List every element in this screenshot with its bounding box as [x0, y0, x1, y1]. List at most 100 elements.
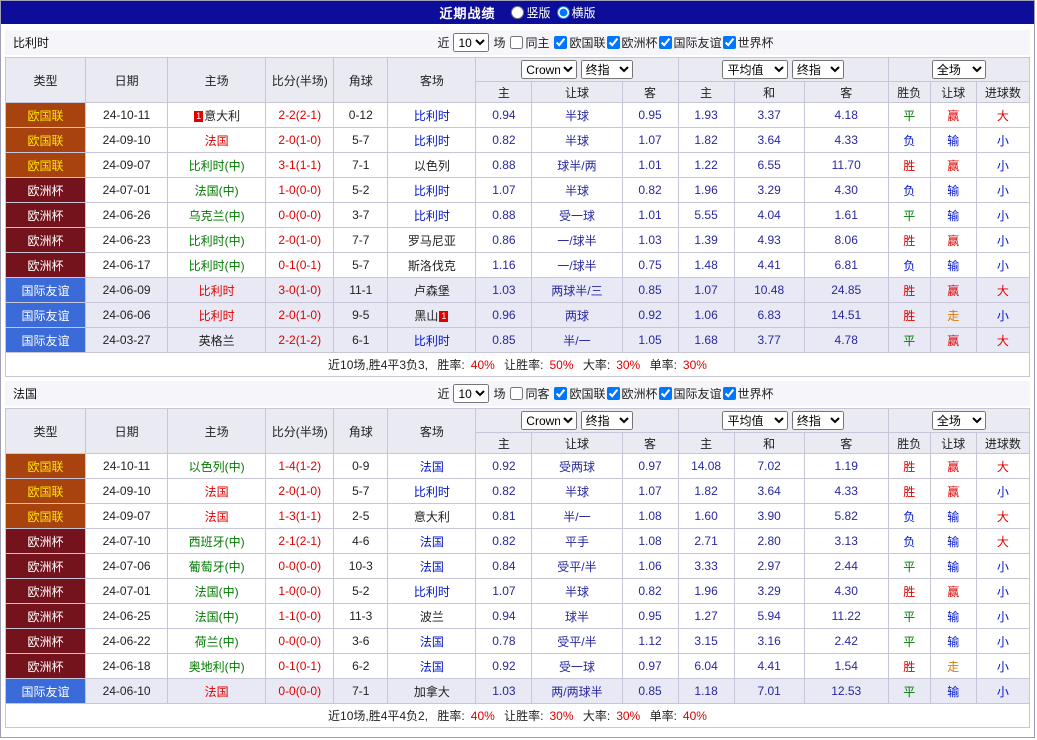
match-row: 欧洲杯 24-07-10 西班牙(中) 2-1(2-1) 4-6 法国 0.82…: [6, 529, 1030, 554]
match-score: 2-0(1-0): [266, 128, 334, 153]
average-select[interactable]: 平均值: [722, 411, 788, 430]
competition-filter[interactable]: 国际友谊: [658, 34, 722, 51]
competition-checkbox[interactable]: [554, 387, 567, 400]
same-venue-checkbox[interactable]: [510, 387, 523, 400]
away-team-name: 比利时: [414, 109, 450, 123]
competition-checkbox[interactable]: [607, 36, 620, 49]
scope-select[interactable]: 全场: [932, 60, 986, 79]
match-row: 欧国联 24-09-10 法国 2-0(1-0) 5-7 比利时 0.82 半球…: [6, 128, 1030, 153]
index-type-select-2[interactable]: 终指: [792, 60, 844, 79]
near-label: 近: [437, 34, 449, 51]
handicap-result-cell: 赢: [930, 328, 976, 353]
handicap-away-odds: 1.05: [622, 328, 678, 353]
competition-checkbox[interactable]: [554, 36, 567, 49]
result-cell: 胜: [888, 278, 930, 303]
col-avg-draw: 和: [734, 82, 804, 103]
same-venue-label: 同客: [525, 385, 549, 402]
home-team-name: 奥地利(中): [189, 660, 245, 674]
away-team-name: 法国: [420, 535, 444, 549]
handicap-home-odds: 1.03: [476, 278, 532, 303]
match-date: 24-07-06: [86, 554, 168, 579]
average-select[interactable]: 平均值: [722, 60, 788, 79]
competition-checkbox[interactable]: [659, 387, 672, 400]
handicap-line: 受两球: [532, 454, 622, 479]
view-vertical-option[interactable]: 竖版: [511, 4, 550, 21]
handicap-result-cell: 赢: [930, 579, 976, 604]
avg-away-odds: 1.61: [804, 203, 888, 228]
away-team-name: 波兰: [420, 610, 444, 624]
over-rate-value: 30%: [616, 709, 640, 723]
competition-type: 欧国联: [6, 153, 86, 178]
handicap-result-cell: 输: [930, 554, 976, 579]
competition-filter[interactable]: 欧国联: [553, 385, 605, 402]
result-cell: 平: [888, 203, 930, 228]
match-date: 24-09-07: [86, 153, 168, 178]
bookmaker-select[interactable]: Crown: [521, 60, 577, 79]
scope-select[interactable]: 全场: [932, 411, 986, 430]
handicap-line: 球半: [532, 604, 622, 629]
handicap-home-odds: 0.85: [476, 328, 532, 353]
same-venue-filter[interactable]: 同客: [509, 385, 549, 402]
home-team-name: 法国: [205, 685, 229, 699]
competition-checkbox[interactable]: [659, 36, 672, 49]
match-row: 欧洲杯 24-06-23 比利时(中) 2-0(1-0) 7-7 罗马尼亚 0.…: [6, 228, 1030, 253]
match-score: 2-1(2-1): [266, 529, 334, 554]
competition-filter[interactable]: 世界杯: [722, 385, 774, 402]
competition-checkbox[interactable]: [723, 36, 736, 49]
col-odds-handicap: 让球: [532, 433, 622, 454]
handicap-line: 半球: [532, 103, 622, 128]
match-date: 24-10-11: [86, 103, 168, 128]
home-team: 法国(中): [168, 579, 266, 604]
col-goals: 进球数: [976, 433, 1029, 454]
handicap-home-odds: 0.88: [476, 153, 532, 178]
view-horizontal-option[interactable]: 横版: [557, 4, 596, 21]
bookmaker-select[interactable]: Crown: [521, 411, 577, 430]
results-table-belgium: 类型 日期 主场 比分(半场) 角球 客场 Crown 终指 平均值 终指: [5, 57, 1030, 377]
competition-filter[interactable]: 欧国联: [553, 34, 605, 51]
same-venue-filter[interactable]: 同主: [509, 34, 549, 51]
handicap-line: 受平/半: [532, 629, 622, 654]
match-date: 24-06-17: [86, 253, 168, 278]
match-score: 2-0(1-0): [266, 479, 334, 504]
avg-home-odds: 1.39: [678, 228, 734, 253]
avg-home-odds: 6.04: [678, 654, 734, 679]
home-team: 法国(中): [168, 178, 266, 203]
avg-home-odds: 14.08: [678, 454, 734, 479]
away-team: 比利时: [388, 328, 476, 353]
away-team-name: 黑山: [414, 309, 438, 323]
recent-count-select[interactable]: 10: [453, 384, 489, 403]
horizontal-radio[interactable]: [557, 6, 570, 19]
recent-count-select[interactable]: 10: [453, 33, 489, 52]
handicap-away-odds: 1.08: [622, 529, 678, 554]
competition-filter[interactable]: 世界杯: [722, 34, 774, 51]
corner-score: 0-12: [334, 103, 388, 128]
competition-filter[interactable]: 欧洲杯: [606, 34, 658, 51]
avg-draw-odds: 4.41: [734, 253, 804, 278]
near-label: 近: [437, 385, 449, 402]
competition-type: 欧洲杯: [6, 579, 86, 604]
match-date: 24-06-23: [86, 228, 168, 253]
index-type-select-2[interactable]: 终指: [792, 411, 844, 430]
handicap-away-odds: 0.82: [622, 178, 678, 203]
competition-checkbox[interactable]: [723, 387, 736, 400]
vertical-radio[interactable]: [511, 6, 524, 19]
competition-checkbox[interactable]: [607, 387, 620, 400]
result-cell: 平: [888, 554, 930, 579]
same-venue-checkbox[interactable]: [510, 36, 523, 49]
away-team-name: 法国: [420, 460, 444, 474]
index-type-select[interactable]: 终指: [581, 411, 633, 430]
handicap-rate-value: 50%: [549, 358, 573, 372]
away-team: 罗马尼亚: [388, 228, 476, 253]
avg-draw-odds: 3.77: [734, 328, 804, 353]
match-date: 24-03-27: [86, 328, 168, 353]
competition-type: 国际友谊: [6, 328, 86, 353]
handicap-line: 一/球半: [532, 253, 622, 278]
match-date: 24-09-07: [86, 504, 168, 529]
avg-away-odds: 14.51: [804, 303, 888, 328]
win-rate-value: 40%: [471, 358, 495, 372]
handicap-home-odds: 0.86: [476, 228, 532, 253]
index-type-select[interactable]: 终指: [581, 60, 633, 79]
competition-filter[interactable]: 国际友谊: [658, 385, 722, 402]
avg-group-header: 平均值 终指: [678, 409, 888, 433]
competition-filter[interactable]: 欧洲杯: [606, 385, 658, 402]
